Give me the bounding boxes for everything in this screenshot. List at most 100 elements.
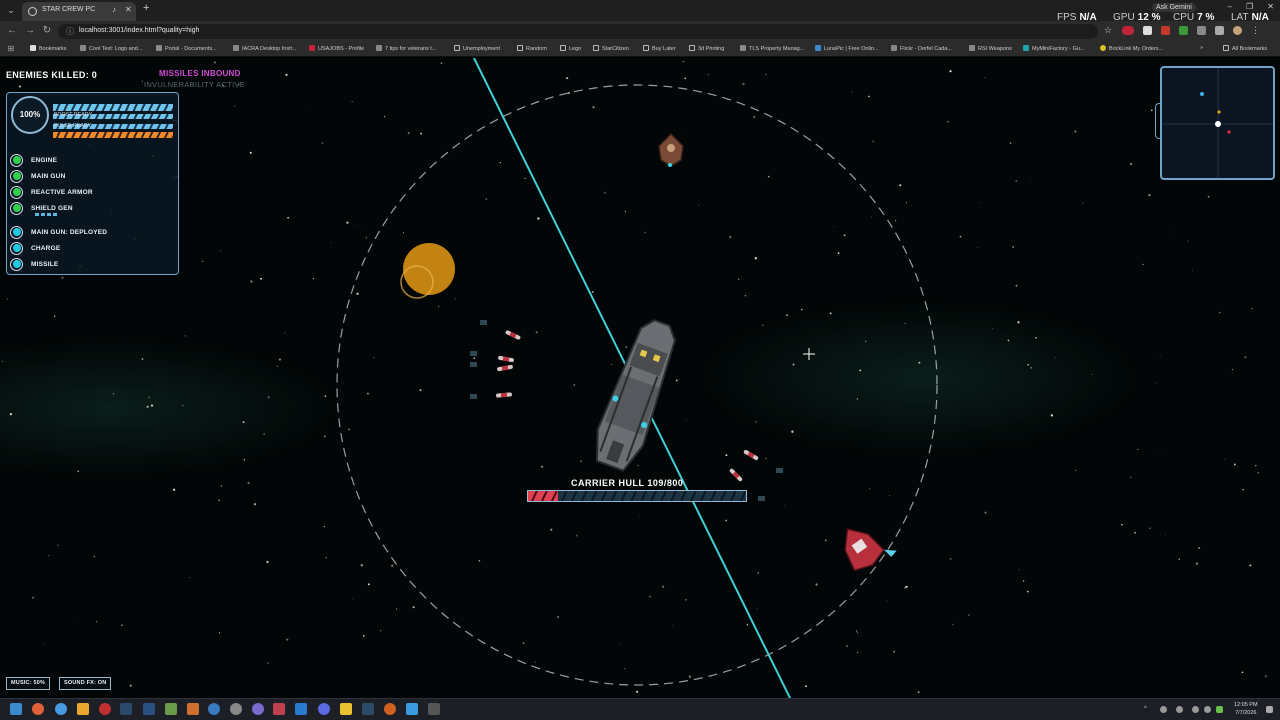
- steam-app-icon[interactable]: [362, 703, 374, 715]
- app-green-icon[interactable]: [165, 703, 177, 715]
- star: [150, 404, 154, 407]
- bookmark-item[interactable]: MyMiniFactory - Gu...: [1023, 45, 1085, 52]
- game-canvas[interactable]: ENEMIES KILLED: 0 MISSILES INBOUND INVUL…: [0, 58, 1280, 698]
- blender-icon[interactable]: [187, 703, 199, 715]
- star: [1195, 562, 1199, 565]
- star: [325, 556, 328, 559]
- bookmark-folder[interactable]: StarCitizen: [593, 45, 629, 52]
- star: [61, 276, 64, 279]
- browser-tab[interactable]: STAR CREW PC ♪ ✕: [22, 2, 136, 21]
- terminal-icon[interactable]: [428, 703, 440, 715]
- extension-red-icon[interactable]: [1122, 26, 1134, 35]
- app-blue-icon[interactable]: [208, 703, 220, 715]
- star: [213, 61, 216, 64]
- maximize-icon[interactable]: ❐: [1246, 2, 1253, 11]
- notepad-icon[interactable]: [406, 703, 418, 715]
- bookmark-folder[interactable]: Lego: [560, 45, 581, 52]
- profile-avatar[interactable]: [1233, 26, 1242, 35]
- bookmark-folder[interactable]: Unemployment: [454, 45, 500, 52]
- site-info-icon[interactable]: ⓘ: [66, 26, 74, 37]
- extension-white-icon[interactable]: [1143, 26, 1152, 35]
- back-icon[interactable]: ←: [6, 25, 18, 37]
- microphone-icon[interactable]: [1176, 706, 1183, 713]
- firefox-icon[interactable]: [32, 703, 44, 715]
- bookmark-item[interactable]: 7 tips for veterans t...: [376, 45, 436, 52]
- system-engine: ENGINE: [10, 153, 57, 167]
- notification-icon[interactable]: [1266, 706, 1273, 713]
- star: [865, 340, 867, 342]
- bookmark-item[interactable]: IACRA Desktop Instr...: [233, 45, 297, 52]
- star: [1022, 580, 1025, 582]
- menu-kebab-icon[interactable]: ⋮: [1251, 26, 1260, 35]
- bookmark-item[interactable]: USAJOBS - Profile: [309, 45, 364, 52]
- star: [649, 595, 652, 598]
- folder-icon[interactable]: [340, 703, 352, 715]
- app-purple-icon[interactable]: [252, 703, 264, 715]
- app-pink-icon[interactable]: [273, 703, 285, 715]
- star: [1130, 163, 1132, 165]
- tray-app-icon[interactable]: [1160, 706, 1167, 713]
- bookmark-item[interactable]: Cool Text: Logo and...: [80, 45, 142, 52]
- new-tab-icon[interactable]: +: [143, 2, 149, 14]
- discord-icon[interactable]: [318, 703, 330, 715]
- url-input[interactable]: ⓘ localhost:3001/index.html?quality=high: [58, 24, 1098, 39]
- bookmark-item[interactable]: Flickr - Derfel Cada...: [891, 45, 952, 52]
- volume-icon[interactable]: [1204, 706, 1211, 713]
- star: [141, 358, 144, 360]
- reload-icon[interactable]: ↻: [41, 25, 53, 37]
- sound-fx-toggle[interactable]: SOUND FX: ON: [59, 677, 112, 690]
- tab-search-icon[interactable]: ⌄: [4, 3, 18, 17]
- extension-orange-icon[interactable]: [1161, 26, 1170, 35]
- bookmarks-overflow-icon[interactable]: »: [1200, 45, 1203, 51]
- star: [785, 314, 789, 317]
- bookmark-item[interactable]: TLS Property Manag...: [740, 45, 804, 52]
- wifi-icon[interactable]: [1192, 706, 1199, 713]
- extensions-puzzle-icon[interactable]: [1197, 26, 1206, 35]
- bookmark-folder[interactable]: Buy Later: [643, 45, 676, 52]
- app-orange-icon[interactable]: [384, 703, 396, 715]
- github-icon[interactable]: [230, 703, 242, 715]
- ask-gemini-button[interactable]: Ask Gemini: [1152, 3, 1196, 12]
- explorer-icon[interactable]: [77, 703, 89, 715]
- downloads-icon[interactable]: [1215, 26, 1224, 35]
- bookmark-item[interactable]: LunaPic | Free Onlin...: [815, 45, 879, 52]
- steam-icon[interactable]: [120, 703, 132, 715]
- bookmark-favicon-icon: [1100, 45, 1106, 51]
- apps-icon[interactable]: ⊞: [5, 43, 17, 55]
- star: [1233, 463, 1236, 466]
- star: [976, 246, 978, 248]
- crosshair-icon: [803, 348, 815, 360]
- chrome-icon[interactable]: [55, 703, 67, 715]
- star: [352, 598, 354, 600]
- star: [323, 435, 326, 438]
- tab-audio-icon[interactable]: ♪: [112, 5, 116, 14]
- vscode-icon[interactable]: [295, 703, 307, 715]
- close-window-icon[interactable]: ✕: [1267, 2, 1274, 11]
- cpu-readout: CPU 7 %: [1173, 12, 1215, 23]
- bookmark-folder[interactable]: Random: [517, 45, 547, 52]
- rsi-launcher-icon[interactable]: [143, 703, 155, 715]
- star: [591, 290, 594, 293]
- tray-overflow-icon[interactable]: ^: [1144, 706, 1151, 713]
- star: [485, 198, 488, 201]
- music-volume-button[interactable]: MUSIC: 50%: [6, 677, 51, 690]
- forward-icon[interactable]: →: [24, 25, 36, 37]
- app-red-icon[interactable]: [99, 703, 111, 715]
- tab-close-icon[interactable]: ✕: [125, 5, 132, 14]
- minimize-icon[interactable]: –: [1228, 2, 1232, 11]
- star: [112, 393, 115, 395]
- all-bookmarks-folder[interactable]: All Bookmarks: [1223, 45, 1267, 52]
- bookmark-folder[interactable]: 3d Printing: [689, 45, 724, 52]
- bookmark-item[interactable]: Bookmarks: [30, 45, 67, 52]
- battery-icon[interactable]: [1216, 706, 1223, 713]
- star: [286, 638, 289, 641]
- bookmark-favicon-icon: [233, 45, 239, 51]
- bookmark-item[interactable]: Portal - Documents...: [156, 45, 217, 52]
- start-menu-icon[interactable]: [10, 703, 22, 715]
- star: [366, 392, 369, 395]
- bookmark-item[interactable]: BrickLink My Orders...: [1100, 45, 1163, 52]
- extension-green-icon[interactable]: [1179, 26, 1188, 35]
- clock[interactable]: 12:05 PM 7/7/2026: [1234, 701, 1258, 717]
- star-icon[interactable]: ☆: [1104, 26, 1113, 35]
- bookmark-item[interactable]: RSI Weapons: [969, 45, 1012, 52]
